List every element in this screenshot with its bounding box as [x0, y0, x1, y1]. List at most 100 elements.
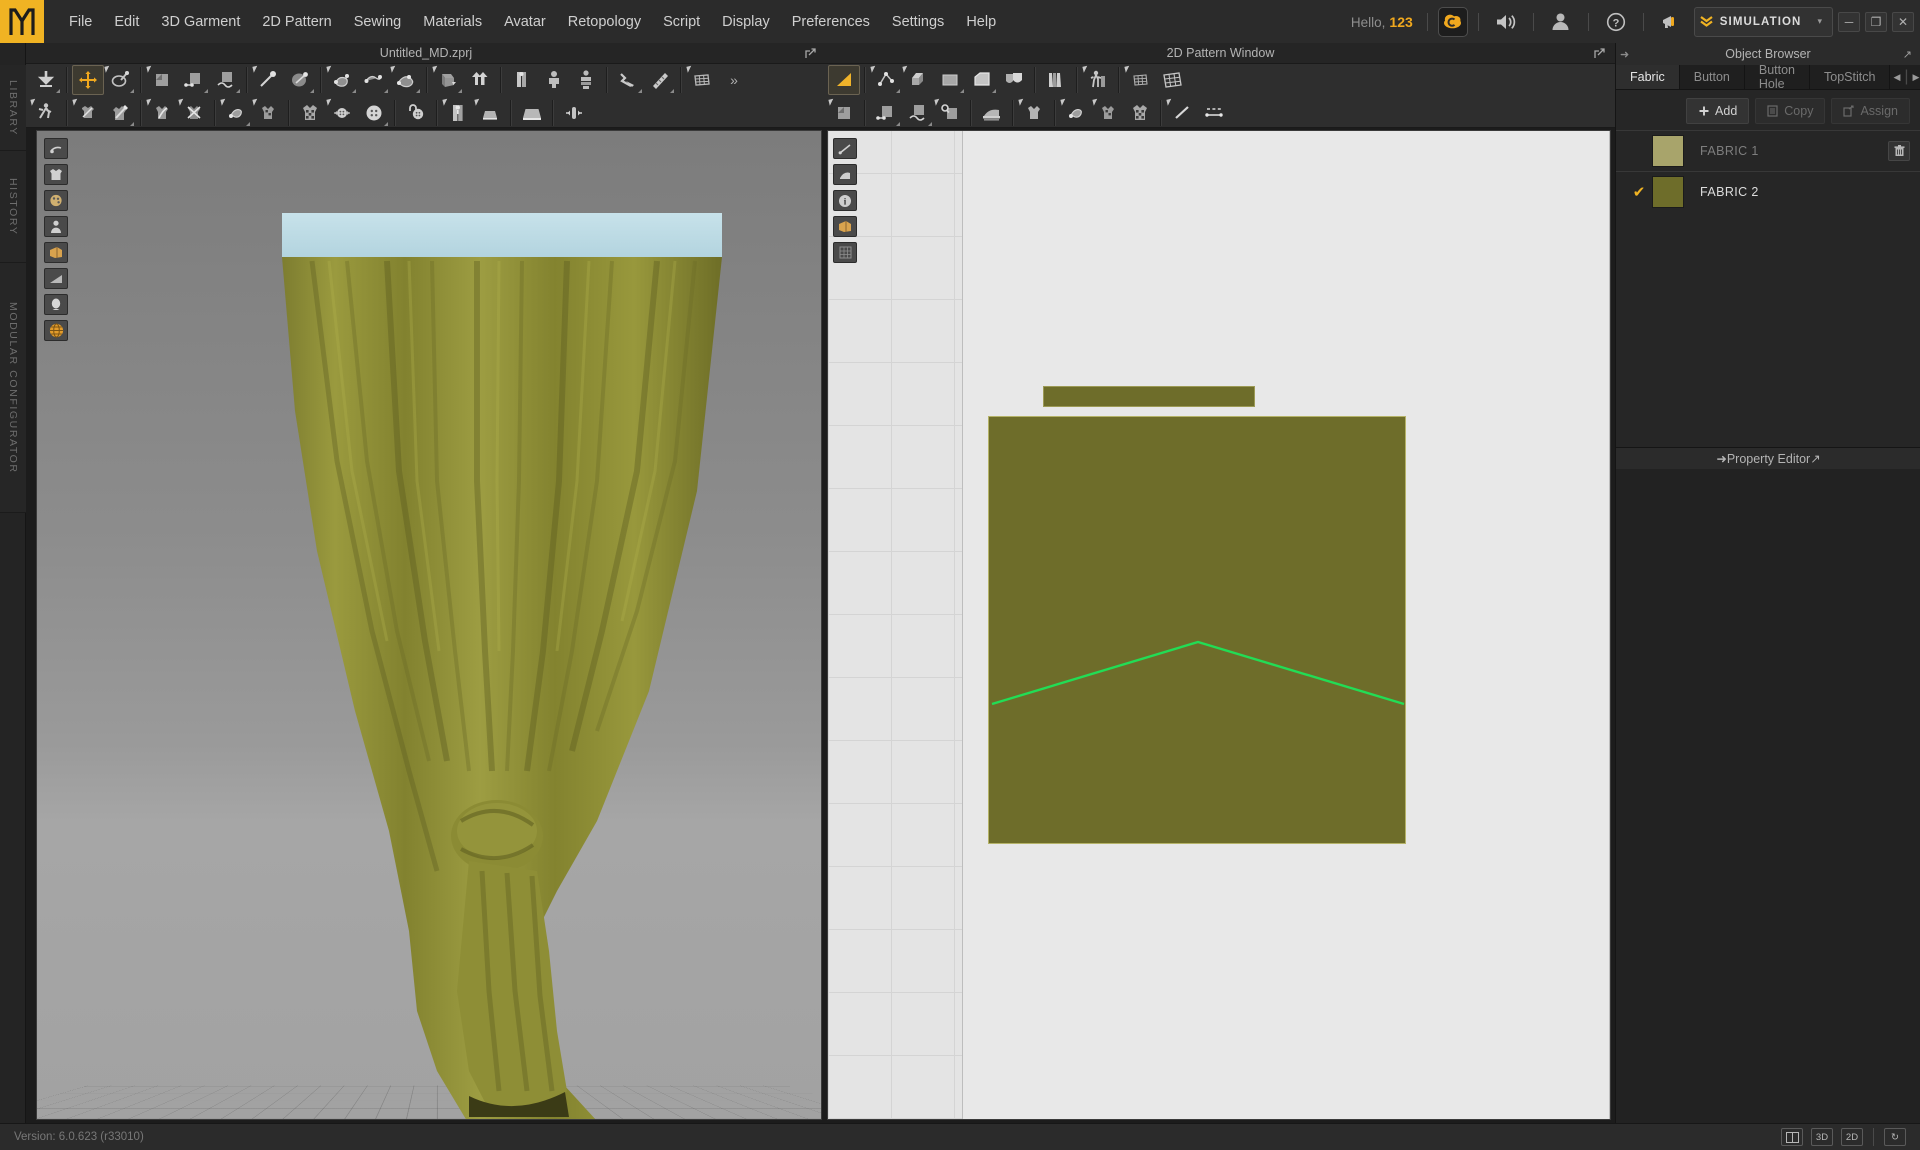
- check-icon[interactable]: ✔: [1626, 183, 1652, 201]
- box-fold-icon[interactable]: [432, 65, 464, 95]
- import-icon[interactable]: [30, 65, 62, 95]
- tool-expand-corner-icon[interactable]: [204, 89, 208, 93]
- tool-expand-corner-icon[interactable]: [130, 122, 134, 126]
- collapse-arrow-icon[interactable]: ➜: [1620, 48, 1629, 61]
- flatten-icon[interactable]: [390, 65, 422, 95]
- rectangle-icon[interactable]: [934, 65, 966, 95]
- dash-icon[interactable]: [1198, 98, 1230, 128]
- garment-layer-icon[interactable]: [146, 98, 178, 128]
- user-icon[interactable]: [1544, 2, 1578, 42]
- cloud-icon[interactable]: [1437, 6, 1468, 37]
- button-large-icon[interactable]: [358, 98, 390, 128]
- tool-expand-corner-icon[interactable]: [960, 89, 964, 93]
- plane-large-icon[interactable]: [516, 98, 548, 128]
- polygon-icon[interactable]: [966, 65, 998, 95]
- fabric-color-swatch[interactable]: [1652, 135, 1684, 167]
- sidebar-item-history[interactable]: HISTORY: [0, 151, 26, 263]
- garment-cross-icon[interactable]: [178, 98, 210, 128]
- segment-sewing-icon[interactable]: [178, 65, 210, 95]
- simulation-mode-selector[interactable]: SIMULATION ▾: [1693, 6, 1833, 37]
- fold-arrange-icon[interactable]: [146, 65, 178, 95]
- menu-item-settings[interactable]: Settings: [881, 8, 955, 36]
- tool-expand-corner-icon[interactable]: [236, 89, 240, 93]
- tool-expand-corner-icon[interactable]: [384, 89, 388, 93]
- grid-select-icon[interactable]: [686, 65, 718, 95]
- chevron-down-icon[interactable]: ▾: [1811, 16, 1828, 27]
- tack-icon[interactable]: [326, 65, 358, 95]
- menu-item-sewing[interactable]: Sewing: [343, 8, 413, 36]
- restore-button[interactable]: ❐: [1865, 11, 1887, 32]
- split-view-button[interactable]: [1781, 1128, 1803, 1146]
- texture2d-tool-icon[interactable]: [833, 216, 857, 237]
- sphere-pin-icon[interactable]: [284, 65, 316, 95]
- symmetric-icon[interactable]: [464, 65, 496, 95]
- iron-icon[interactable]: [976, 98, 1008, 128]
- head-tool-icon[interactable]: [44, 294, 68, 315]
- color-tool-icon[interactable]: [44, 190, 68, 211]
- snap-icon[interactable]: [558, 98, 590, 128]
- tool-expand-corner-icon[interactable]: [992, 89, 996, 93]
- tab-button-hole[interactable]: Button Hole: [1745, 63, 1811, 91]
- walk-animation-icon[interactable]: [30, 98, 62, 128]
- garment-brush-icon[interactable]: [104, 98, 136, 128]
- check-sewing-icon[interactable]: [934, 98, 966, 128]
- tool-expand-corner-icon[interactable]: [384, 122, 388, 126]
- grid-large-icon[interactable]: [1156, 65, 1188, 95]
- shape-edit-icon[interactable]: [902, 65, 934, 95]
- tab-next-arrow-icon[interactable]: ▶: [1913, 72, 1920, 83]
- garment-tool-icon[interactable]: [44, 164, 68, 185]
- globe-tool-icon[interactable]: [44, 320, 68, 341]
- tool-expand-corner-icon[interactable]: [638, 89, 642, 93]
- tape-measure-icon[interactable]: [612, 65, 644, 95]
- ruler-icon[interactable]: [644, 65, 676, 95]
- tool-expand-corner-icon[interactable]: [246, 122, 250, 126]
- pleat-icon[interactable]: [1040, 65, 1072, 95]
- question-mark-icon[interactable]: ?: [1599, 2, 1633, 42]
- shade-tool-icon[interactable]: [44, 268, 68, 289]
- avatar-tool-icon[interactable]: [44, 216, 68, 237]
- close-button[interactable]: ✕: [1892, 11, 1914, 32]
- tool-expand-corner-icon[interactable]: [928, 122, 932, 126]
- popout-icon[interactable]: ↗: [1903, 48, 1912, 61]
- edit-sewing-icon[interactable]: [828, 98, 860, 128]
- waistband-pattern[interactable]: [1043, 386, 1255, 407]
- polygon-edit-icon[interactable]: [870, 65, 902, 95]
- texture-2d-icon[interactable]: [1092, 98, 1124, 128]
- zipper-tool-icon[interactable]: [442, 98, 474, 128]
- tab-fabric[interactable]: Fabric: [1616, 65, 1680, 89]
- pan-tool-icon[interactable]: [44, 138, 68, 159]
- buttonhole-icon[interactable]: [400, 98, 432, 128]
- free-sewing-2d-icon[interactable]: [902, 98, 934, 128]
- menu-item-script[interactable]: Script: [652, 8, 711, 36]
- grid-small-icon[interactable]: [1124, 65, 1156, 95]
- grid-tool-icon[interactable]: [833, 242, 857, 263]
- fabric-list-item[interactable]: FABRIC 1: [1616, 130, 1920, 171]
- fold-icon[interactable]: [358, 65, 390, 95]
- tab-topstitch[interactable]: TopStitch: [1810, 65, 1891, 89]
- view-3d-button[interactable]: 3D: [1811, 1128, 1833, 1146]
- garment-texture-icon[interactable]: [252, 98, 284, 128]
- tool-expand-corner-icon[interactable]: [896, 122, 900, 126]
- sidebar-item-modular-configurator[interactable]: MODULAR CONFIGURATOR: [0, 263, 26, 513]
- menu-item-retopology[interactable]: Retopology: [557, 8, 652, 36]
- zipper-icon[interactable]: [506, 65, 538, 95]
- pattern-tool-icon[interactable]: [833, 164, 857, 185]
- line-icon[interactable]: [1166, 98, 1198, 128]
- avatar-detail-icon[interactable]: [570, 65, 602, 95]
- plane-icon[interactable]: [474, 98, 506, 128]
- trash-icon[interactable]: [1888, 141, 1910, 161]
- tab-button[interactable]: Button: [1680, 65, 1745, 89]
- transform-move-icon[interactable]: [72, 65, 104, 95]
- pattern-2d-icon[interactable]: [1124, 98, 1156, 128]
- tool-expand-corner-icon[interactable]: [56, 89, 60, 93]
- paint-2d-icon[interactable]: [1060, 98, 1092, 128]
- sidebar-item-library[interactable]: LIBRARY: [0, 65, 26, 151]
- menu-item-2d-pattern[interactable]: 2D Pattern: [251, 8, 342, 36]
- garment-pattern-icon[interactable]: [294, 98, 326, 128]
- view-2d-button[interactable]: 2D: [1841, 1128, 1863, 1146]
- garment-paint-icon[interactable]: [220, 98, 252, 128]
- collapse-arrow-icon[interactable]: ➜: [1716, 451, 1726, 466]
- add-button[interactable]: Add: [1686, 98, 1750, 124]
- tool-expand-corner-icon[interactable]: [670, 89, 674, 93]
- more-icon[interactable]: »: [718, 65, 750, 95]
